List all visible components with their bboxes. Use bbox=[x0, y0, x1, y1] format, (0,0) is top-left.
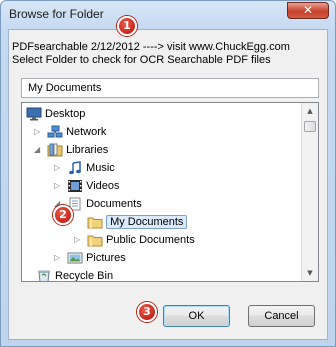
tree-item-label: Pictures bbox=[86, 252, 126, 265]
tree-item-music[interactable]: ▷ Music bbox=[54, 159, 115, 177]
close-icon: ✕ bbox=[302, 3, 314, 17]
description-line-2: Select Folder to check for OCR Searchabl… bbox=[12, 54, 271, 66]
music-icon bbox=[67, 161, 83, 175]
expand-arrow-icon[interactable]: ▷ bbox=[54, 177, 64, 195]
window-title: Browse for Folder bbox=[9, 7, 104, 21]
videos-icon bbox=[67, 179, 83, 193]
network-icon bbox=[47, 125, 63, 139]
cancel-button[interactable]: Cancel bbox=[248, 305, 315, 327]
tree-item-desktop[interactable]: Desktop bbox=[26, 105, 85, 123]
folder-icon bbox=[87, 215, 103, 229]
desktop-icon bbox=[26, 107, 42, 121]
tree-item-label: Desktop bbox=[45, 108, 86, 121]
tree-item-recycle-bin[interactable]: Recycle Bin bbox=[36, 267, 114, 282]
expand-arrow-icon[interactable]: ▷ bbox=[54, 249, 64, 267]
step-marker-1: 1 bbox=[117, 16, 137, 36]
tree-scrollbar[interactable]: ▲ ▼ bbox=[301, 103, 318, 281]
pictures-icon bbox=[67, 251, 83, 265]
tree-item-label: Public Documents bbox=[106, 234, 195, 247]
tree-item-label: Documents bbox=[86, 198, 142, 211]
tree-item-label: Recycle Bin bbox=[55, 270, 114, 282]
ok-button[interactable]: OK bbox=[163, 305, 230, 327]
recycle-bin-icon bbox=[36, 269, 52, 281]
tree-item-label: Network bbox=[66, 126, 107, 139]
step-marker-2: 2 bbox=[53, 205, 73, 225]
expand-arrow-icon[interactable]: ▷ bbox=[54, 159, 64, 177]
tree-item-pictures[interactable]: ▷ Pictures bbox=[54, 249, 126, 267]
scroll-down-arrow-icon[interactable]: ▼ bbox=[302, 265, 318, 281]
tree-item-videos[interactable]: ▷ Videos bbox=[54, 177, 120, 195]
tree-item-label: Videos bbox=[86, 180, 120, 193]
description-line-1: PDFsearchable 2/12/2012 ----> visit www.… bbox=[12, 41, 290, 53]
collapse-arrow-icon[interactable]: ◢ bbox=[34, 141, 44, 159]
tree-item-label: My Documents bbox=[106, 215, 188, 230]
step-marker-3: 3 bbox=[137, 302, 157, 322]
expand-arrow-icon[interactable]: ▷ bbox=[34, 123, 44, 141]
folder-icon bbox=[87, 233, 103, 247]
folder-tree[interactable]: Desktop ▷ Network ◢ Libraries ▷ Music ▷ … bbox=[21, 102, 319, 282]
folder-path-field[interactable]: My Documents bbox=[21, 78, 319, 98]
tree-item-label: Music bbox=[86, 162, 115, 175]
description-text: PDFsearchable 2/12/2012 ----> visit www.… bbox=[12, 41, 322, 67]
tree-item-public-documents[interactable]: ▷ Public Documents bbox=[74, 231, 195, 249]
tree-item-label: Libraries bbox=[66, 144, 109, 157]
libraries-icon bbox=[47, 143, 63, 157]
tree-item-my-documents[interactable]: My Documents bbox=[74, 213, 188, 231]
title-bar[interactable]: Browse for Folder ✕ bbox=[1, 1, 335, 29]
tree-item-libraries[interactable]: ◢ Libraries bbox=[34, 141, 108, 159]
scrollbar-thumb[interactable] bbox=[304, 121, 316, 132]
browse-for-folder-dialog: Browse for Folder ✕ PDFsearchable 2/12/2… bbox=[0, 0, 336, 347]
scroll-up-arrow-icon[interactable]: ▲ bbox=[302, 103, 318, 119]
tree-item-network[interactable]: ▷ Network bbox=[34, 123, 106, 141]
expand-arrow-icon[interactable]: ▷ bbox=[74, 231, 84, 249]
close-button[interactable]: ✕ bbox=[287, 2, 329, 19]
